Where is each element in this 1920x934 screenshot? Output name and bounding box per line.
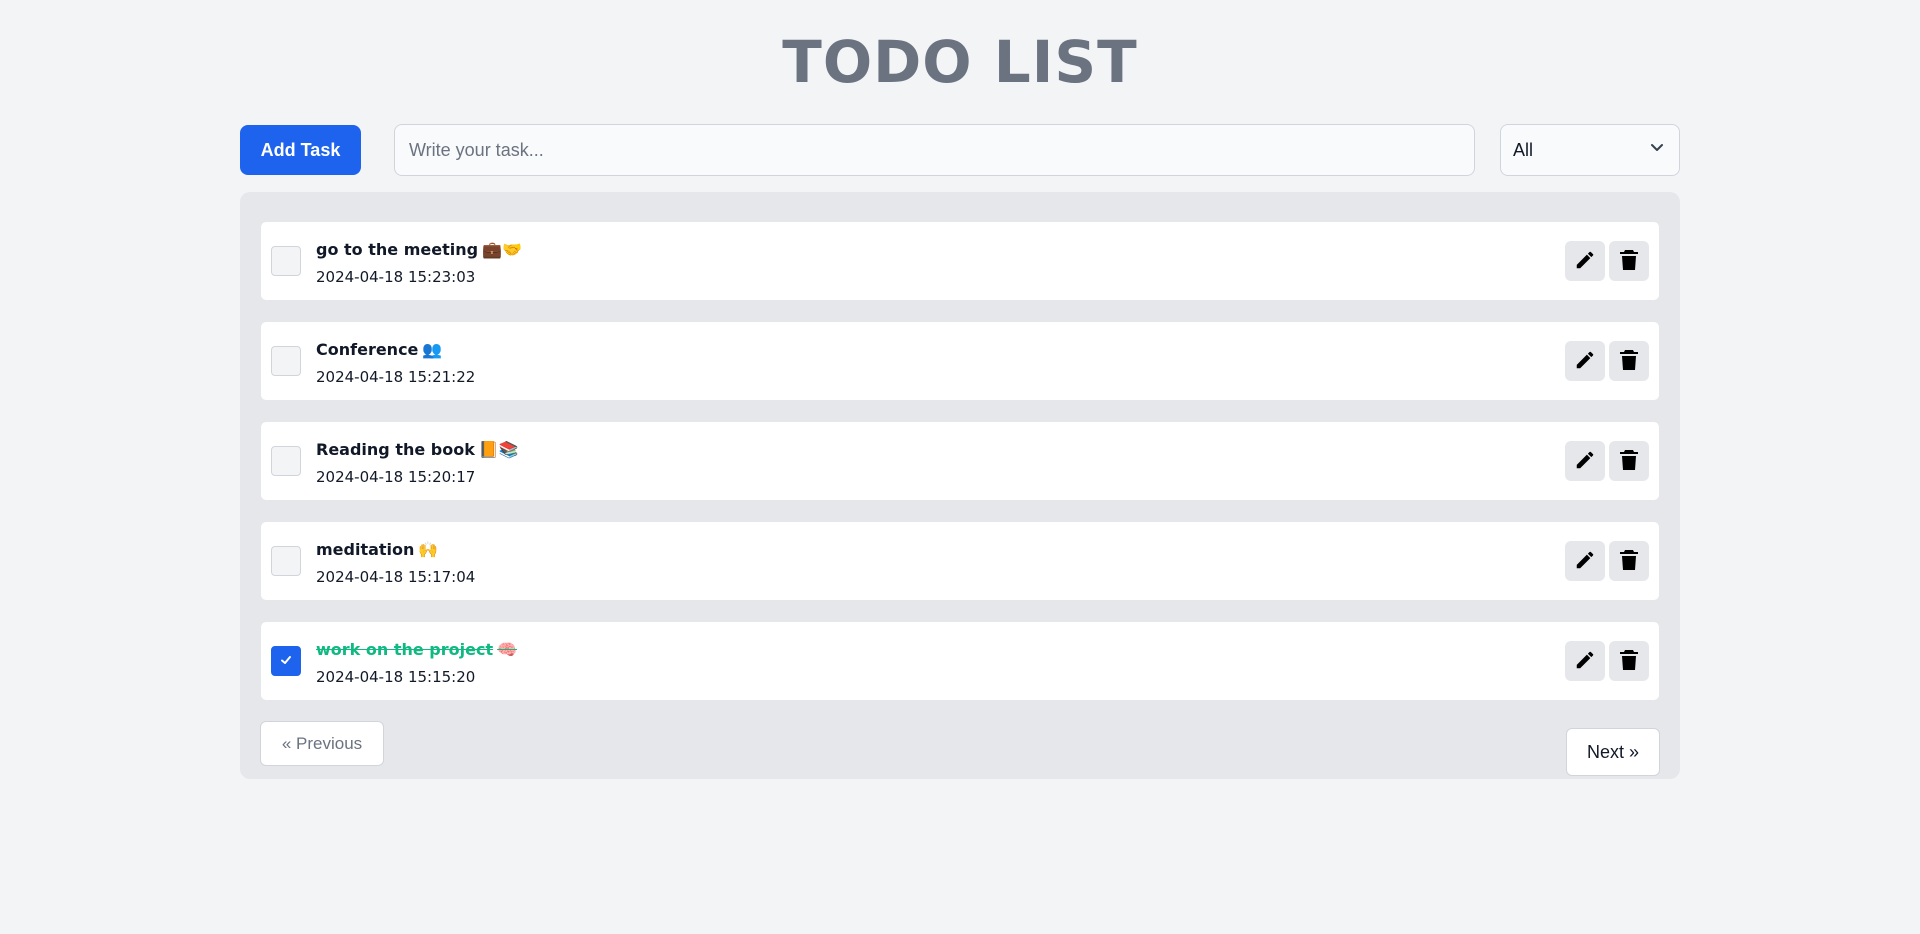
task-actions	[1561, 541, 1649, 581]
trash-icon	[1619, 649, 1639, 674]
next-button[interactable]: Next »	[1566, 728, 1660, 776]
task-text: meditation 🙌	[316, 536, 475, 562]
task-date: 2024-04-18 15:20:17	[316, 468, 476, 486]
add-task-button[interactable]: Add Task	[240, 125, 361, 175]
task-content: go to the meeting 💼🤝 2024-04-18 15:23:03	[316, 236, 522, 287]
task-list: go to the meeting 💼🤝 2024-04-18 15:23:03…	[260, 221, 1660, 701]
chevron-down-icon	[1649, 139, 1665, 160]
filter-value: All	[1513, 139, 1534, 160]
edit-button[interactable]	[1565, 341, 1605, 381]
task-actions	[1561, 641, 1649, 681]
task-label: work on the project	[316, 639, 494, 659]
task-label: Reading the book	[316, 439, 475, 459]
task-item: go to the meeting 💼🤝 2024-04-18 15:23:03	[260, 221, 1660, 301]
task-emoji: 📙📚	[478, 439, 519, 459]
pencil-icon	[1574, 349, 1596, 374]
pencil-icon	[1574, 549, 1596, 574]
pencil-icon	[1574, 249, 1596, 274]
filter-select[interactable]: All	[1500, 124, 1680, 176]
task-emoji: 🙌	[418, 539, 439, 559]
delete-button[interactable]	[1609, 241, 1649, 281]
task-label: meditation	[316, 539, 415, 559]
task-actions	[1561, 441, 1649, 481]
task-checkbox[interactable]	[271, 246, 301, 276]
task-actions	[1561, 241, 1649, 281]
task-actions	[1561, 341, 1649, 381]
task-text: go to the meeting 💼🤝	[316, 236, 522, 262]
edit-button[interactable]	[1565, 241, 1605, 281]
pencil-icon	[1574, 649, 1596, 674]
task-item: work on the project 🧠 2024-04-18 15:15:2…	[260, 621, 1660, 701]
task-emoji: 🧠	[497, 639, 518, 659]
task-content: Conference 👥 2024-04-18 15:21:22	[316, 336, 476, 387]
task-checkbox[interactable]	[271, 546, 301, 576]
task-checkbox[interactable]	[271, 646, 301, 676]
task-item: Conference 👥 2024-04-18 15:21:22	[260, 321, 1660, 401]
task-text: work on the project 🧠	[316, 636, 517, 662]
trash-icon	[1619, 249, 1639, 274]
task-emoji: 👥	[422, 339, 443, 359]
check-icon	[279, 652, 293, 671]
task-text: Conference 👥	[316, 336, 475, 362]
edit-button[interactable]	[1565, 641, 1605, 681]
task-content: Reading the book 📙📚 2024-04-18 15:20:17	[316, 436, 519, 487]
task-date: 2024-04-18 15:15:20	[316, 668, 476, 686]
trash-icon	[1619, 449, 1639, 474]
pencil-icon	[1574, 449, 1596, 474]
delete-button[interactable]	[1609, 641, 1649, 681]
task-list-panel: go to the meeting 💼🤝 2024-04-18 15:23:03…	[240, 192, 1680, 779]
edit-button[interactable]	[1565, 441, 1605, 481]
task-item: meditation 🙌 2024-04-18 15:17:04	[260, 521, 1660, 601]
trash-icon	[1619, 349, 1639, 374]
trash-icon	[1619, 549, 1639, 574]
task-content: meditation 🙌 2024-04-18 15:17:04	[316, 536, 476, 587]
delete-button[interactable]	[1609, 541, 1649, 581]
task-emoji: 💼🤝	[482, 239, 522, 259]
todo-app: TODO LIST Add Task All go to the meeting…	[240, 0, 1680, 779]
toolbar: Add Task All	[240, 124, 1680, 176]
task-item: Reading the book 📙📚 2024-04-18 15:20:17	[260, 421, 1660, 501]
delete-button[interactable]	[1609, 341, 1649, 381]
task-label: go to the meeting	[316, 239, 479, 259]
pagination: « Previous Next »	[260, 721, 1660, 783]
task-text: Reading the book 📙📚	[316, 436, 519, 462]
task-date: 2024-04-18 15:17:04	[316, 568, 476, 586]
delete-button[interactable]	[1609, 441, 1649, 481]
task-checkbox[interactable]	[271, 446, 301, 476]
task-date: 2024-04-18 15:23:03	[316, 268, 476, 286]
task-content: work on the project 🧠 2024-04-18 15:15:2…	[316, 636, 517, 687]
task-input[interactable]	[394, 124, 1475, 176]
previous-button[interactable]: « Previous	[260, 721, 384, 766]
edit-button[interactable]	[1565, 541, 1605, 581]
task-date: 2024-04-18 15:21:22	[316, 368, 476, 386]
task-label: Conference	[316, 339, 419, 359]
task-checkbox[interactable]	[271, 346, 301, 376]
page-title: TODO LIST	[782, 28, 1138, 96]
